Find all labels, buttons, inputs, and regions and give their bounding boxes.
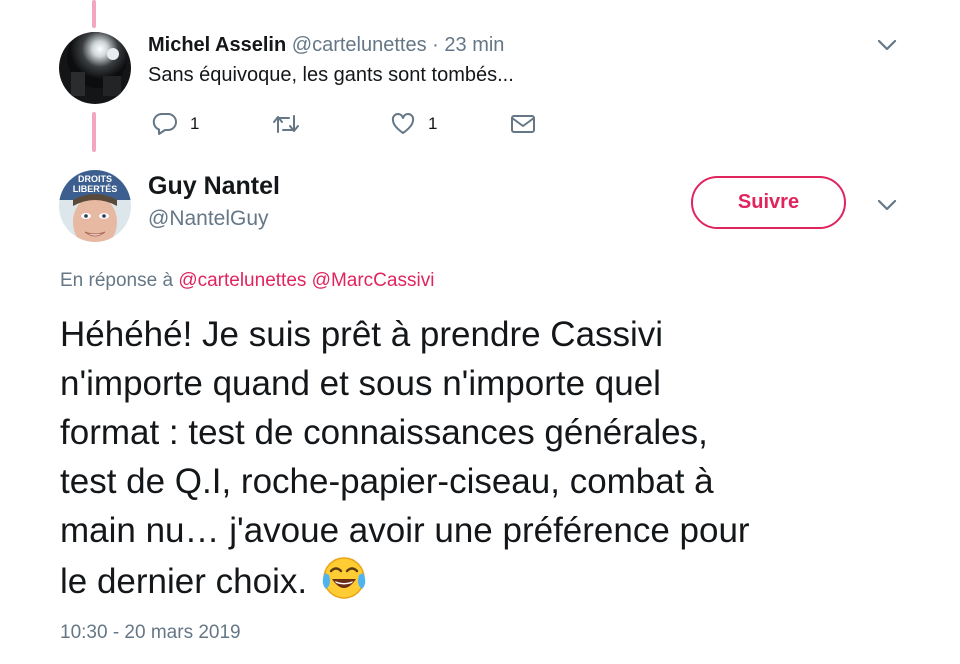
author-name[interactable]: Michel Asselin <box>148 34 286 56</box>
tweet-thread-page: Michel Asselin @cartelunettes · 23 min S… <box>0 0 960 664</box>
author-name[interactable]: Guy Nantel <box>148 172 280 201</box>
tweet-timestamp[interactable]: 10:30 - 20 mars 2019 <box>60 622 241 644</box>
envelope-icon <box>510 112 536 136</box>
avatar[interactable]: DROITS LIBERTÉS <box>59 170 131 242</box>
tweet-text: Héhéhé! Je suis prêt à prendre Cassivi n… <box>60 310 910 614</box>
tweet-text-line: main nu… j'avoue avoir une préférence po… <box>60 511 750 550</box>
in-reply-to: En réponse à @cartelunettes @MarcCassivi <box>60 270 434 292</box>
direct-message-button[interactable] <box>510 110 536 138</box>
reply-icon <box>152 112 178 136</box>
reply-tweet-header: Michel Asselin @cartelunettes · 23 min <box>148 34 504 57</box>
tweet-text-line: format : test de connaissances générales… <box>60 413 708 452</box>
retweet-icon <box>272 112 300 136</box>
mention-link[interactable]: @cartelunettes <box>178 270 306 291</box>
heart-icon <box>390 112 416 136</box>
avatar-caption: DROITS <box>78 174 112 184</box>
in-reply-to-label: En réponse à <box>60 270 174 291</box>
author-handle[interactable]: @cartelunettes <box>292 34 427 56</box>
like-button[interactable]: 1 <box>390 110 437 138</box>
chevron-down-icon[interactable] <box>876 38 898 52</box>
face-with-tears-of-joy-icon <box>321 555 367 614</box>
avatar-caption: LIBERTÉS <box>73 184 118 194</box>
reply-tweet-text: Sans équivoque, les gants sont tombés... <box>148 64 514 86</box>
thread-connector-line <box>92 0 96 28</box>
thread-connector-line <box>92 112 96 152</box>
tweet-text-line-last: le dernier choix. <box>60 555 910 614</box>
author-handle[interactable]: @NantelGuy <box>148 207 269 231</box>
reply-count: 1 <box>190 114 200 133</box>
tweet-time[interactable]: 23 min <box>444 34 504 56</box>
tweet-text-line: le dernier choix. <box>60 562 308 601</box>
retweet-button[interactable] <box>272 110 300 138</box>
tweet-text-line: n'importe quand et sous n'importe quel <box>60 364 661 403</box>
like-count: 1 <box>428 114 438 133</box>
follow-button[interactable]: Suivre <box>691 176 846 229</box>
separator-dot: · <box>432 34 439 56</box>
reply-button[interactable]: 1 <box>152 110 199 138</box>
avatar[interactable] <box>59 32 131 104</box>
tweet-text-line: Héhéhé! Je suis prêt à prendre Cassivi <box>60 315 664 354</box>
tweet-text-line: test de Q.I, roche-papier-ciseau, combat… <box>60 462 714 501</box>
mention-link[interactable]: @MarcCassivi <box>312 270 435 291</box>
chevron-down-icon[interactable] <box>876 198 898 212</box>
